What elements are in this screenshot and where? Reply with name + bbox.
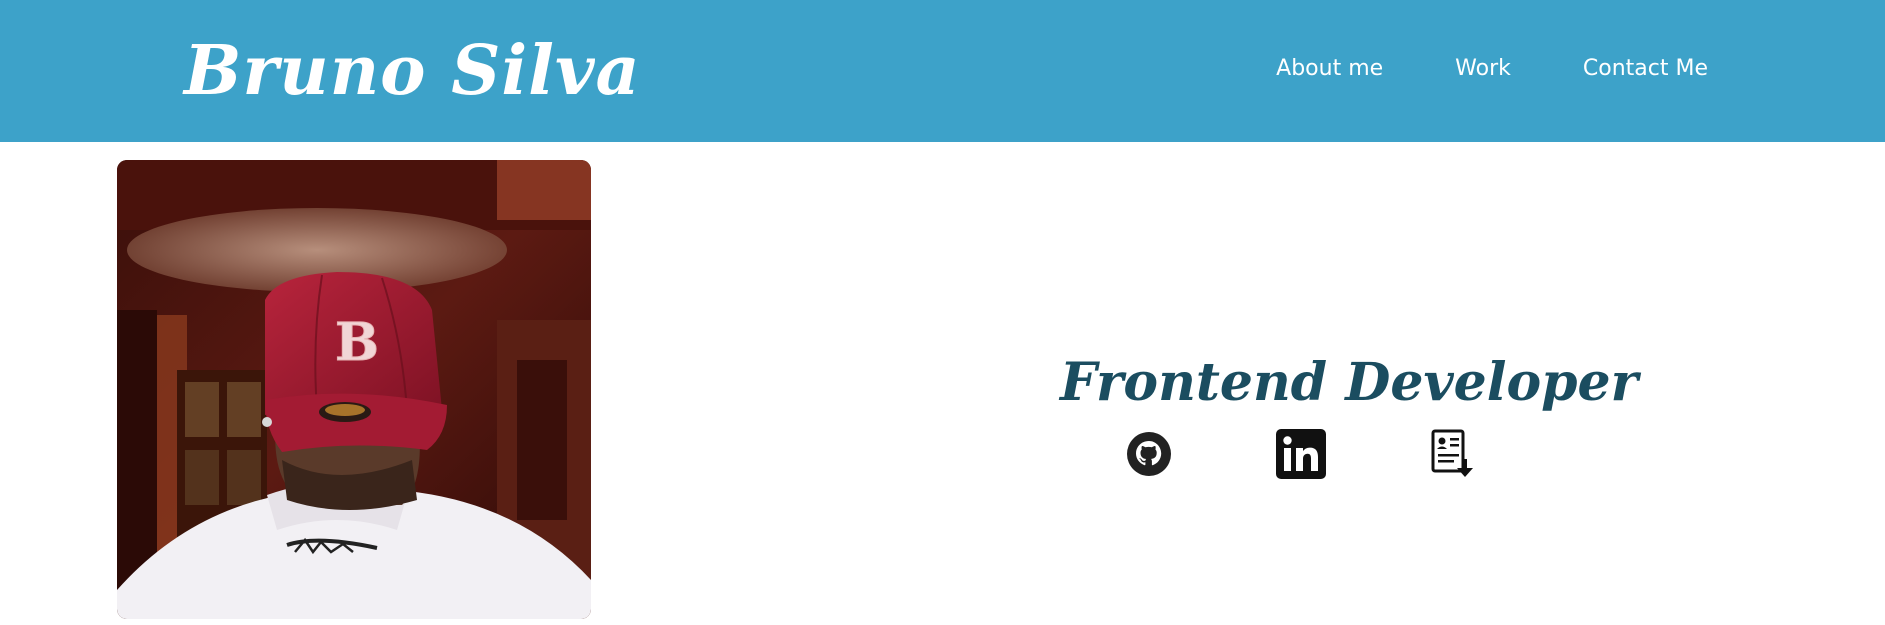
github-link[interactable]	[1123, 428, 1175, 480]
nav-link-work[interactable]: Work	[1455, 54, 1511, 84]
profile-photo: B	[117, 160, 591, 619]
linkedin-link[interactable]	[1275, 428, 1327, 480]
nav-link-contact-me[interactable]: Contact Me	[1583, 54, 1708, 84]
svg-text:B: B	[335, 312, 379, 373]
main-nav: About me Work Contact Me	[1276, 54, 1708, 84]
site-header: Bruno Silva About me Work Contact Me	[0, 0, 1885, 142]
site-logo[interactable]: Bruno Silva	[184, 26, 641, 116]
role-title: Frontend Developer	[1060, 351, 1639, 413]
social-links	[1123, 428, 1483, 480]
linkedin-icon	[1276, 429, 1326, 479]
resume-download-icon	[1431, 429, 1473, 477]
resume-download-link[interactable]	[1426, 428, 1478, 480]
nav-link-about-me[interactable]: About me	[1276, 54, 1383, 84]
github-icon	[1127, 432, 1171, 476]
